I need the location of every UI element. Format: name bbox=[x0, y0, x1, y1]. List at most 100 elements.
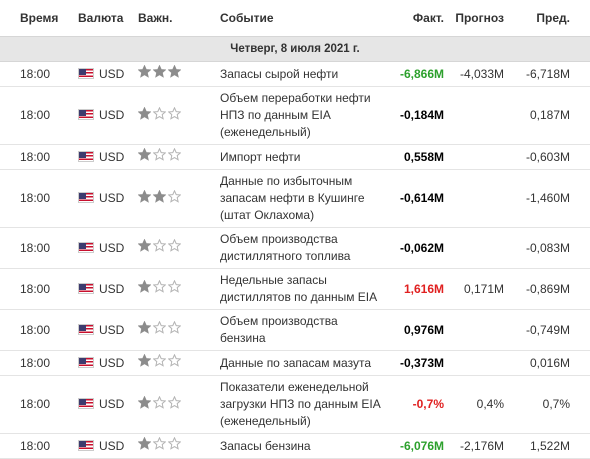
star-empty-icon bbox=[168, 354, 181, 367]
header-forecast[interactable]: Прогноз bbox=[448, 0, 508, 37]
event-time: 18:00 bbox=[0, 61, 74, 87]
table-row[interactable]: 18:00 USD Объем переработки нефти НПЗ по д… bbox=[0, 86, 590, 145]
event-forecast: -2,176M bbox=[448, 433, 508, 459]
currency-code: USD bbox=[99, 240, 125, 255]
date-label: Четверг, 8 июля 2021 г. bbox=[0, 36, 590, 62]
currency-code: USD bbox=[99, 355, 125, 370]
star-filled-icon bbox=[138, 148, 151, 161]
event-importance bbox=[134, 309, 216, 351]
date-row: Четверг, 8 июля 2021 г. bbox=[0, 36, 590, 62]
us-flag-icon bbox=[78, 109, 94, 120]
star-filled-icon bbox=[153, 189, 166, 203]
header-actual[interactable]: Факт. bbox=[386, 0, 448, 37]
event-actual: -0,373M bbox=[386, 350, 448, 376]
event-actual: -6,866M bbox=[386, 61, 448, 87]
importance-stars bbox=[138, 354, 181, 367]
star-filled-icon bbox=[153, 65, 166, 78]
event-name[interactable]: Запасы сырой нефти bbox=[216, 61, 386, 87]
event-name[interactable]: Импорт нефти bbox=[216, 144, 386, 170]
event-previous: 1,522M bbox=[508, 433, 590, 459]
importance-stars bbox=[138, 148, 181, 161]
event-forecast bbox=[448, 144, 508, 170]
event-actual: 1,616M bbox=[386, 268, 448, 310]
importance-stars bbox=[138, 106, 181, 120]
importance-stars bbox=[138, 437, 181, 450]
table-row[interactable]: 18:00 USD Запасы сырой нефти -6,866M -4,033M… bbox=[0, 61, 590, 87]
header-previous[interactable]: Пред. bbox=[508, 0, 590, 37]
event-time: 18:00 bbox=[0, 433, 74, 459]
event-previous: 0,016M bbox=[508, 350, 590, 376]
header-currency[interactable]: Валюта bbox=[74, 0, 134, 37]
event-actual: -0,614M bbox=[386, 169, 448, 228]
table-row[interactable]: 18:00 USD Данные по запасам мазута -0,373M 0… bbox=[0, 350, 590, 376]
us-flag-icon bbox=[78, 192, 94, 203]
star-empty-icon bbox=[153, 148, 166, 161]
us-flag-icon bbox=[78, 150, 94, 162]
star-filled-icon bbox=[138, 189, 151, 203]
event-name[interactable]: Объем производства бензина bbox=[216, 309, 386, 351]
event-forecast bbox=[448, 169, 508, 228]
header-time[interactable]: Время bbox=[0, 0, 74, 37]
star-empty-icon bbox=[168, 280, 181, 293]
star-filled-icon bbox=[138, 106, 151, 120]
table-row[interactable]: 18:00 USD Запасы бензина -6,076M -2,176M 1,52… bbox=[0, 433, 590, 459]
table-row[interactable]: 18:00 USD Импорт нефти 0,558M -0,603M bbox=[0, 144, 590, 170]
event-name[interactable]: Объем переработки нефти НПЗ по данным EI… bbox=[216, 86, 386, 145]
importance-stars bbox=[138, 321, 181, 334]
event-currency: USD bbox=[74, 268, 134, 310]
currency-code: USD bbox=[99, 438, 125, 453]
star-empty-icon bbox=[168, 106, 181, 120]
event-name[interactable]: Запасы бензина bbox=[216, 433, 386, 459]
event-forecast: -4,033M bbox=[448, 61, 508, 87]
star-empty-icon bbox=[168, 321, 181, 334]
event-time: 18:00 bbox=[0, 144, 74, 170]
event-previous: -0,083M bbox=[508, 227, 590, 269]
importance-stars bbox=[138, 189, 181, 203]
event-previous: -0,869M bbox=[508, 268, 590, 310]
event-time: 18:00 bbox=[0, 227, 74, 269]
event-name[interactable]: Недельные запасы дистиллятов по данным E… bbox=[216, 268, 386, 310]
event-time: 18:00 bbox=[0, 268, 74, 310]
event-currency: USD bbox=[74, 433, 134, 459]
event-forecast bbox=[448, 309, 508, 351]
importance-stars bbox=[138, 280, 181, 293]
event-actual: -0,062M bbox=[386, 227, 448, 269]
event-actual: 0,976M bbox=[386, 309, 448, 351]
event-name[interactable]: Объем производства дистиллятного топлива bbox=[216, 227, 386, 269]
event-time: 18:00 bbox=[0, 86, 74, 145]
table-row[interactable]: 18:00 USD Объем производства бензина 0,976M… bbox=[0, 309, 590, 351]
event-name[interactable]: Данные по избыточным запасам нефти в Куш… bbox=[216, 169, 386, 228]
event-importance bbox=[134, 86, 216, 145]
star-filled-icon bbox=[138, 321, 151, 334]
star-empty-icon bbox=[153, 239, 166, 252]
table-row[interactable]: 18:00 USD Объем производства дистиллятного… bbox=[0, 227, 590, 269]
event-importance bbox=[134, 350, 216, 376]
header-event[interactable]: Событие bbox=[216, 0, 386, 37]
event-importance bbox=[134, 268, 216, 310]
event-previous: -0,603M bbox=[508, 144, 590, 170]
event-actual: -6,076M bbox=[386, 433, 448, 459]
event-actual: 0,558M bbox=[386, 144, 448, 170]
importance-stars bbox=[138, 239, 181, 252]
us-flag-icon bbox=[78, 356, 94, 368]
star-filled-icon bbox=[138, 354, 151, 367]
star-empty-icon bbox=[153, 106, 166, 120]
event-name[interactable]: Данные по запасам мазута bbox=[216, 350, 386, 376]
us-flag-icon bbox=[78, 398, 94, 409]
event-actual: -0,184M bbox=[386, 86, 448, 145]
star-empty-icon bbox=[168, 189, 181, 203]
event-forecast bbox=[448, 227, 508, 269]
star-filled-icon bbox=[138, 280, 151, 293]
currency-code: USD bbox=[99, 397, 125, 411]
event-currency: USD bbox=[74, 309, 134, 351]
us-flag-icon bbox=[78, 282, 94, 294]
event-currency: USD bbox=[74, 350, 134, 376]
us-flag-icon bbox=[78, 439, 94, 451]
header-importance[interactable]: Важн. bbox=[134, 0, 216, 37]
table-row[interactable]: 18:00 USD Данные по избыточным запасам неф… bbox=[0, 169, 590, 228]
table-row[interactable]: 18:00 USD Недельные запасы дистиллятов по … bbox=[0, 268, 590, 310]
event-importance bbox=[134, 227, 216, 269]
star-empty-icon bbox=[168, 437, 181, 450]
currency-code: USD bbox=[99, 149, 125, 164]
event-currency: USD bbox=[74, 86, 134, 145]
